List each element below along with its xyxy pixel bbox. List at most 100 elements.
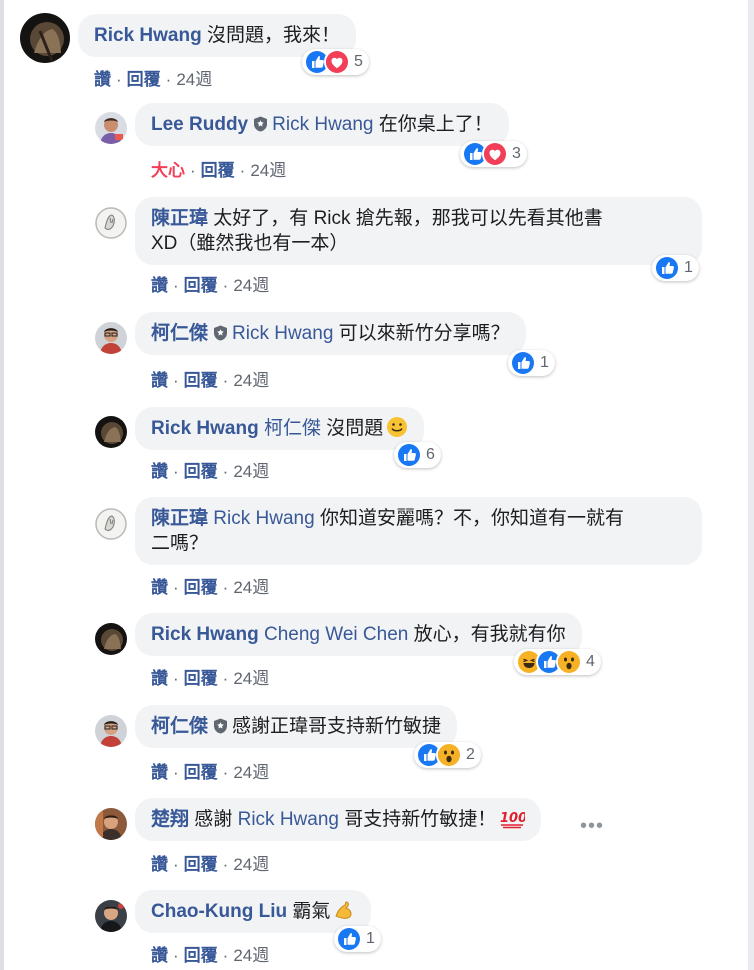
like-link[interactable]: 讚 [151, 276, 168, 295]
comment-author[interactable]: 陳正瑋 [151, 508, 208, 529]
reaction-count: 5 [354, 53, 363, 70]
comment-bubble: Lee Ruddy Rick Hwang 在你桌上了！ [135, 103, 509, 146]
shield-icon [213, 718, 228, 734]
comment-bubble: Rick Hwang Cheng Wei Chen 放心，有我就有你 [135, 613, 582, 656]
avatar[interactable] [95, 112, 127, 144]
reaction-summary[interactable]: 2 [414, 742, 481, 768]
reply-link[interactable]: 回覆 [201, 161, 235, 180]
like-link[interactable]: 讚 [151, 946, 168, 965]
timestamp[interactable]: 24週 [233, 946, 269, 965]
love-link[interactable]: 大心 [151, 161, 185, 180]
muscle-emoji [335, 901, 352, 919]
comment-meta: 讚 · 回覆 · 24週 [94, 70, 213, 89]
comment-meta: 大心 · 回覆 · 24週 [151, 161, 287, 180]
comment-author[interactable]: Rick Hwang [94, 25, 202, 46]
timestamp[interactable]: 24週 [176, 70, 212, 89]
timestamp[interactable]: 24週 [233, 371, 269, 390]
comment-text: 霸氣 [292, 901, 331, 922]
comment-text: 沒問題 [326, 418, 384, 439]
comment-bubble: 楚翔 感謝 Rick Hwang 哥支持新竹敏捷！ 100 [135, 798, 542, 841]
comment-meta: 讚 · 回覆 · 24週 [151, 763, 270, 782]
mention-link[interactable]: Rick Hwang [238, 809, 339, 830]
smile-emoji [387, 417, 408, 437]
mention-link[interactable]: 柯仁傑 [264, 418, 321, 439]
comment-author[interactable]: 柯仁傑 [151, 716, 208, 737]
avatar[interactable] [95, 900, 127, 932]
comment-bubble: 陳正瑋 Rick Hwang 你知道安麗嗎？不，你知道有一就有 二嗎？ [135, 497, 702, 565]
comment-meta: 讚 · 回覆 · 24週 [151, 462, 270, 481]
reply-link[interactable]: 回覆 [184, 462, 218, 481]
like-link[interactable]: 讚 [151, 669, 168, 688]
comment-bubble: Rick Hwang 柯仁傑 沒問題 [135, 407, 425, 450]
avatar[interactable] [95, 715, 127, 747]
reply-link[interactable]: 回覆 [184, 371, 218, 390]
mention-link[interactable]: Rick Hwang [213, 508, 314, 529]
comment-meta: 讚 · 回覆 · 24週 [151, 578, 270, 597]
timestamp[interactable]: 24週 [233, 578, 269, 597]
like-link[interactable]: 讚 [151, 462, 168, 481]
avatar[interactable] [95, 623, 127, 655]
comment-text: 在你桌上了！ [378, 114, 493, 135]
reaction-summary[interactable]: 1 [334, 926, 381, 952]
reaction-summary[interactable]: 6 [394, 442, 441, 468]
like-link[interactable]: 讚 [94, 70, 111, 89]
reaction-count: 2 [466, 746, 475, 763]
like-link[interactable]: 讚 [151, 371, 168, 390]
mention-link[interactable]: Cheng Wei Chen [264, 624, 408, 645]
mention-link[interactable]: Rick Hwang [272, 114, 373, 135]
comment-text-line2: 二嗎？ [151, 533, 209, 554]
avatar[interactable] [95, 207, 127, 239]
comment-author[interactable]: Chao-Kung Liu [151, 901, 287, 922]
page-left-border [0, 0, 4, 970]
timestamp[interactable]: 24週 [233, 763, 269, 782]
comment-bubble: 柯仁傑 感謝正瑋哥支持新竹敏捷 [135, 705, 458, 748]
comment-author[interactable]: Lee Ruddy [151, 114, 248, 135]
timestamp[interactable]: 24週 [233, 669, 269, 688]
comment-author[interactable]: Rick Hwang [151, 418, 259, 439]
timestamp[interactable]: 24週 [233, 276, 269, 295]
more-options-icon[interactable]: ••• [580, 815, 604, 838]
page-right-border [748, 0, 754, 970]
comment-author[interactable]: Rick Hwang [151, 624, 259, 645]
comment-author[interactable]: 陳正瑋 [151, 208, 208, 229]
avatar[interactable] [95, 508, 127, 540]
reply-link[interactable]: 回覆 [127, 70, 161, 89]
like-link[interactable]: 讚 [151, 855, 168, 874]
reply-link[interactable]: 回覆 [184, 578, 218, 597]
like-icon [510, 350, 536, 376]
reply-link[interactable]: 回覆 [184, 946, 218, 965]
reaction-count: 3 [512, 145, 521, 162]
timestamp[interactable]: 24週 [233, 855, 269, 874]
mention-link[interactable]: Rick Hwang [232, 323, 333, 344]
reply-link[interactable]: 回覆 [184, 276, 218, 295]
comment-text-line1: 你知道安麗嗎？不，你知道有一就有 [319, 508, 624, 529]
comment-author[interactable]: 楚翔 [151, 809, 189, 830]
hundred-emoji: 100 [500, 811, 525, 829]
timestamp[interactable]: 24週 [250, 161, 286, 180]
reply-link[interactable]: 回覆 [184, 669, 218, 688]
reaction-count: 1 [366, 930, 375, 947]
avatar[interactable] [95, 322, 127, 354]
like-link[interactable]: 讚 [151, 578, 168, 597]
reaction-summary[interactable]: 3 [460, 141, 527, 167]
reaction-count: 4 [586, 653, 595, 670]
reaction-summary[interactable]: 1 [508, 350, 555, 376]
avatar[interactable] [95, 416, 127, 448]
avatar[interactable] [20, 13, 70, 63]
comment-meta: 讚 · 回覆 · 24週 [151, 276, 270, 295]
like-link[interactable]: 讚 [151, 763, 168, 782]
reaction-summary[interactable]: 4 [514, 649, 601, 675]
timestamp[interactable]: 24週 [233, 462, 269, 481]
comment-author[interactable]: 柯仁傑 [151, 323, 208, 344]
comment-text: 哥支持新竹敏捷！ [344, 809, 497, 830]
reaction-summary[interactable]: 1 [652, 255, 699, 281]
comment-bubble: 柯仁傑 Rick Hwang 可以來新竹分享嗎？ [135, 312, 526, 355]
comment-text-line1: 太好了，有 Rick 搶先報，那我可以先看其他書 [213, 208, 603, 229]
reply-link[interactable]: 回覆 [184, 763, 218, 782]
reaction-summary[interactable]: 5 [302, 49, 369, 75]
reply-link[interactable]: 回覆 [184, 855, 218, 874]
comment-text: 感謝正瑋哥支持新竹敏捷 [232, 716, 442, 737]
avatar[interactable] [95, 808, 127, 840]
wow-icon [556, 649, 582, 675]
reaction-count: 1 [684, 259, 693, 276]
